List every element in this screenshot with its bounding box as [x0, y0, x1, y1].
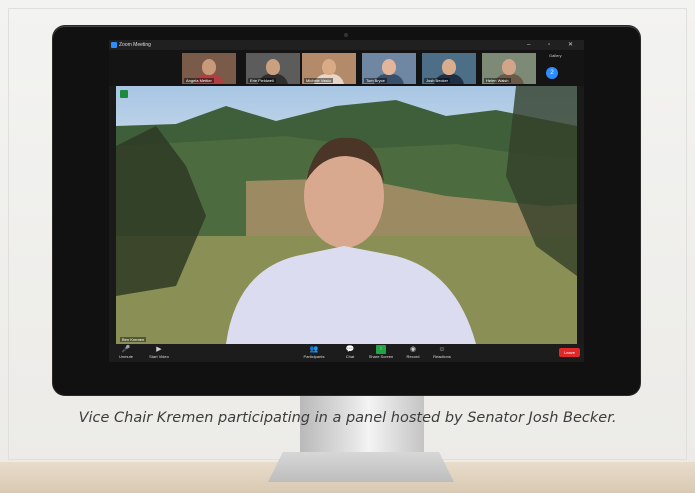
active-speaker-video: Ben Kremen [116, 86, 577, 344]
participant-tile[interactable]: Angela Mettler [182, 53, 236, 84]
participant-face [382, 59, 396, 75]
participant-gallery: Angela Mettler Erie Fieldwell Michele Vast… [109, 50, 584, 86]
participant-tile[interactable]: Josh Becker [422, 53, 476, 84]
unmute-button[interactable]: 🎤 Unmute [115, 345, 137, 359]
video-camera-icon: ▶ [156, 346, 162, 353]
monitor-bezel: Zoom Meeting – ▫ ✕ Angela Mettler Erie Fi… [53, 26, 640, 395]
leave-button[interactable]: Leave [559, 348, 580, 357]
window-controls[interactable]: – ▫ ✕ [527, 41, 581, 48]
chat-label: Chat [345, 354, 355, 359]
start-video-button[interactable]: ▶ Start Video [145, 345, 173, 359]
record-button[interactable]: ◉ Record [403, 345, 423, 359]
unmute-label: Unmute [118, 354, 133, 359]
participant-tile[interactable]: Helen Walsh [482, 53, 536, 84]
view-toggle[interactable]: Gallery [549, 53, 562, 58]
record-label: Record [406, 354, 420, 359]
chat-button[interactable]: 💬 Chat [342, 345, 358, 359]
share-screen-label: Share Screen [368, 354, 394, 359]
participant-name: Josh Becker [424, 78, 451, 83]
participant-name: Erie Fieldwell [248, 78, 276, 83]
zoom-window: Zoom Meeting – ▫ ✕ Angela Mettler Erie Fi… [109, 40, 584, 362]
apple-logo-icon [338, 370, 354, 386]
participant-face [322, 59, 336, 75]
camera-icon [344, 33, 348, 37]
participant-face [502, 59, 516, 75]
participant-tile[interactable]: Erie Fieldwell [246, 53, 300, 84]
photo-caption: Vice Chair Kremen participating in a pan… [78, 410, 617, 426]
virtual-background-landscape [116, 86, 577, 344]
share-screen-button[interactable]: ↑ Share Screen [367, 345, 395, 359]
participant-name: Michele Vasto [304, 78, 333, 83]
monitor-stand-base [268, 452, 454, 482]
participant-face [202, 59, 216, 75]
participant-name: Helen Walsh [484, 78, 511, 83]
next-page-button[interactable]: 2 [546, 67, 558, 79]
participants-button[interactable]: 👥 Participants [299, 345, 329, 359]
speaker-name-label: Ben Kremen [120, 337, 147, 342]
participants-icon: 👥 [309, 346, 319, 353]
start-video-label: Start Video [149, 354, 169, 359]
reactions-button[interactable]: ☺ Reactions [429, 345, 455, 359]
participant-tile[interactable]: Michele Vasto [302, 53, 356, 84]
meeting-toolbar: 🎤 Unmute ▶ Start Video 👥 Participants 💬 … [109, 344, 584, 362]
window-title: Zoom Meeting [119, 42, 151, 48]
participant-face [266, 59, 280, 75]
participant-face [442, 59, 456, 75]
smiley-icon: ☺ [438, 346, 446, 353]
participant-name: Angela Mettler [184, 78, 214, 83]
chat-icon: 💬 [345, 346, 355, 353]
participant-name: Tom Bryce [364, 78, 387, 83]
zoom-logo-icon [111, 42, 117, 48]
participant-tile[interactable]: Tom Bryce [362, 53, 416, 84]
participants-label: Participants [303, 354, 325, 359]
security-icon[interactable] [120, 90, 128, 98]
share-screen-icon: ↑ [376, 345, 386, 354]
microphone-icon: 🎤 [121, 346, 131, 353]
title-bar: Zoom Meeting – ▫ ✕ [109, 40, 584, 50]
reactions-label: Reactions [433, 354, 451, 359]
record-icon: ◉ [409, 346, 417, 353]
